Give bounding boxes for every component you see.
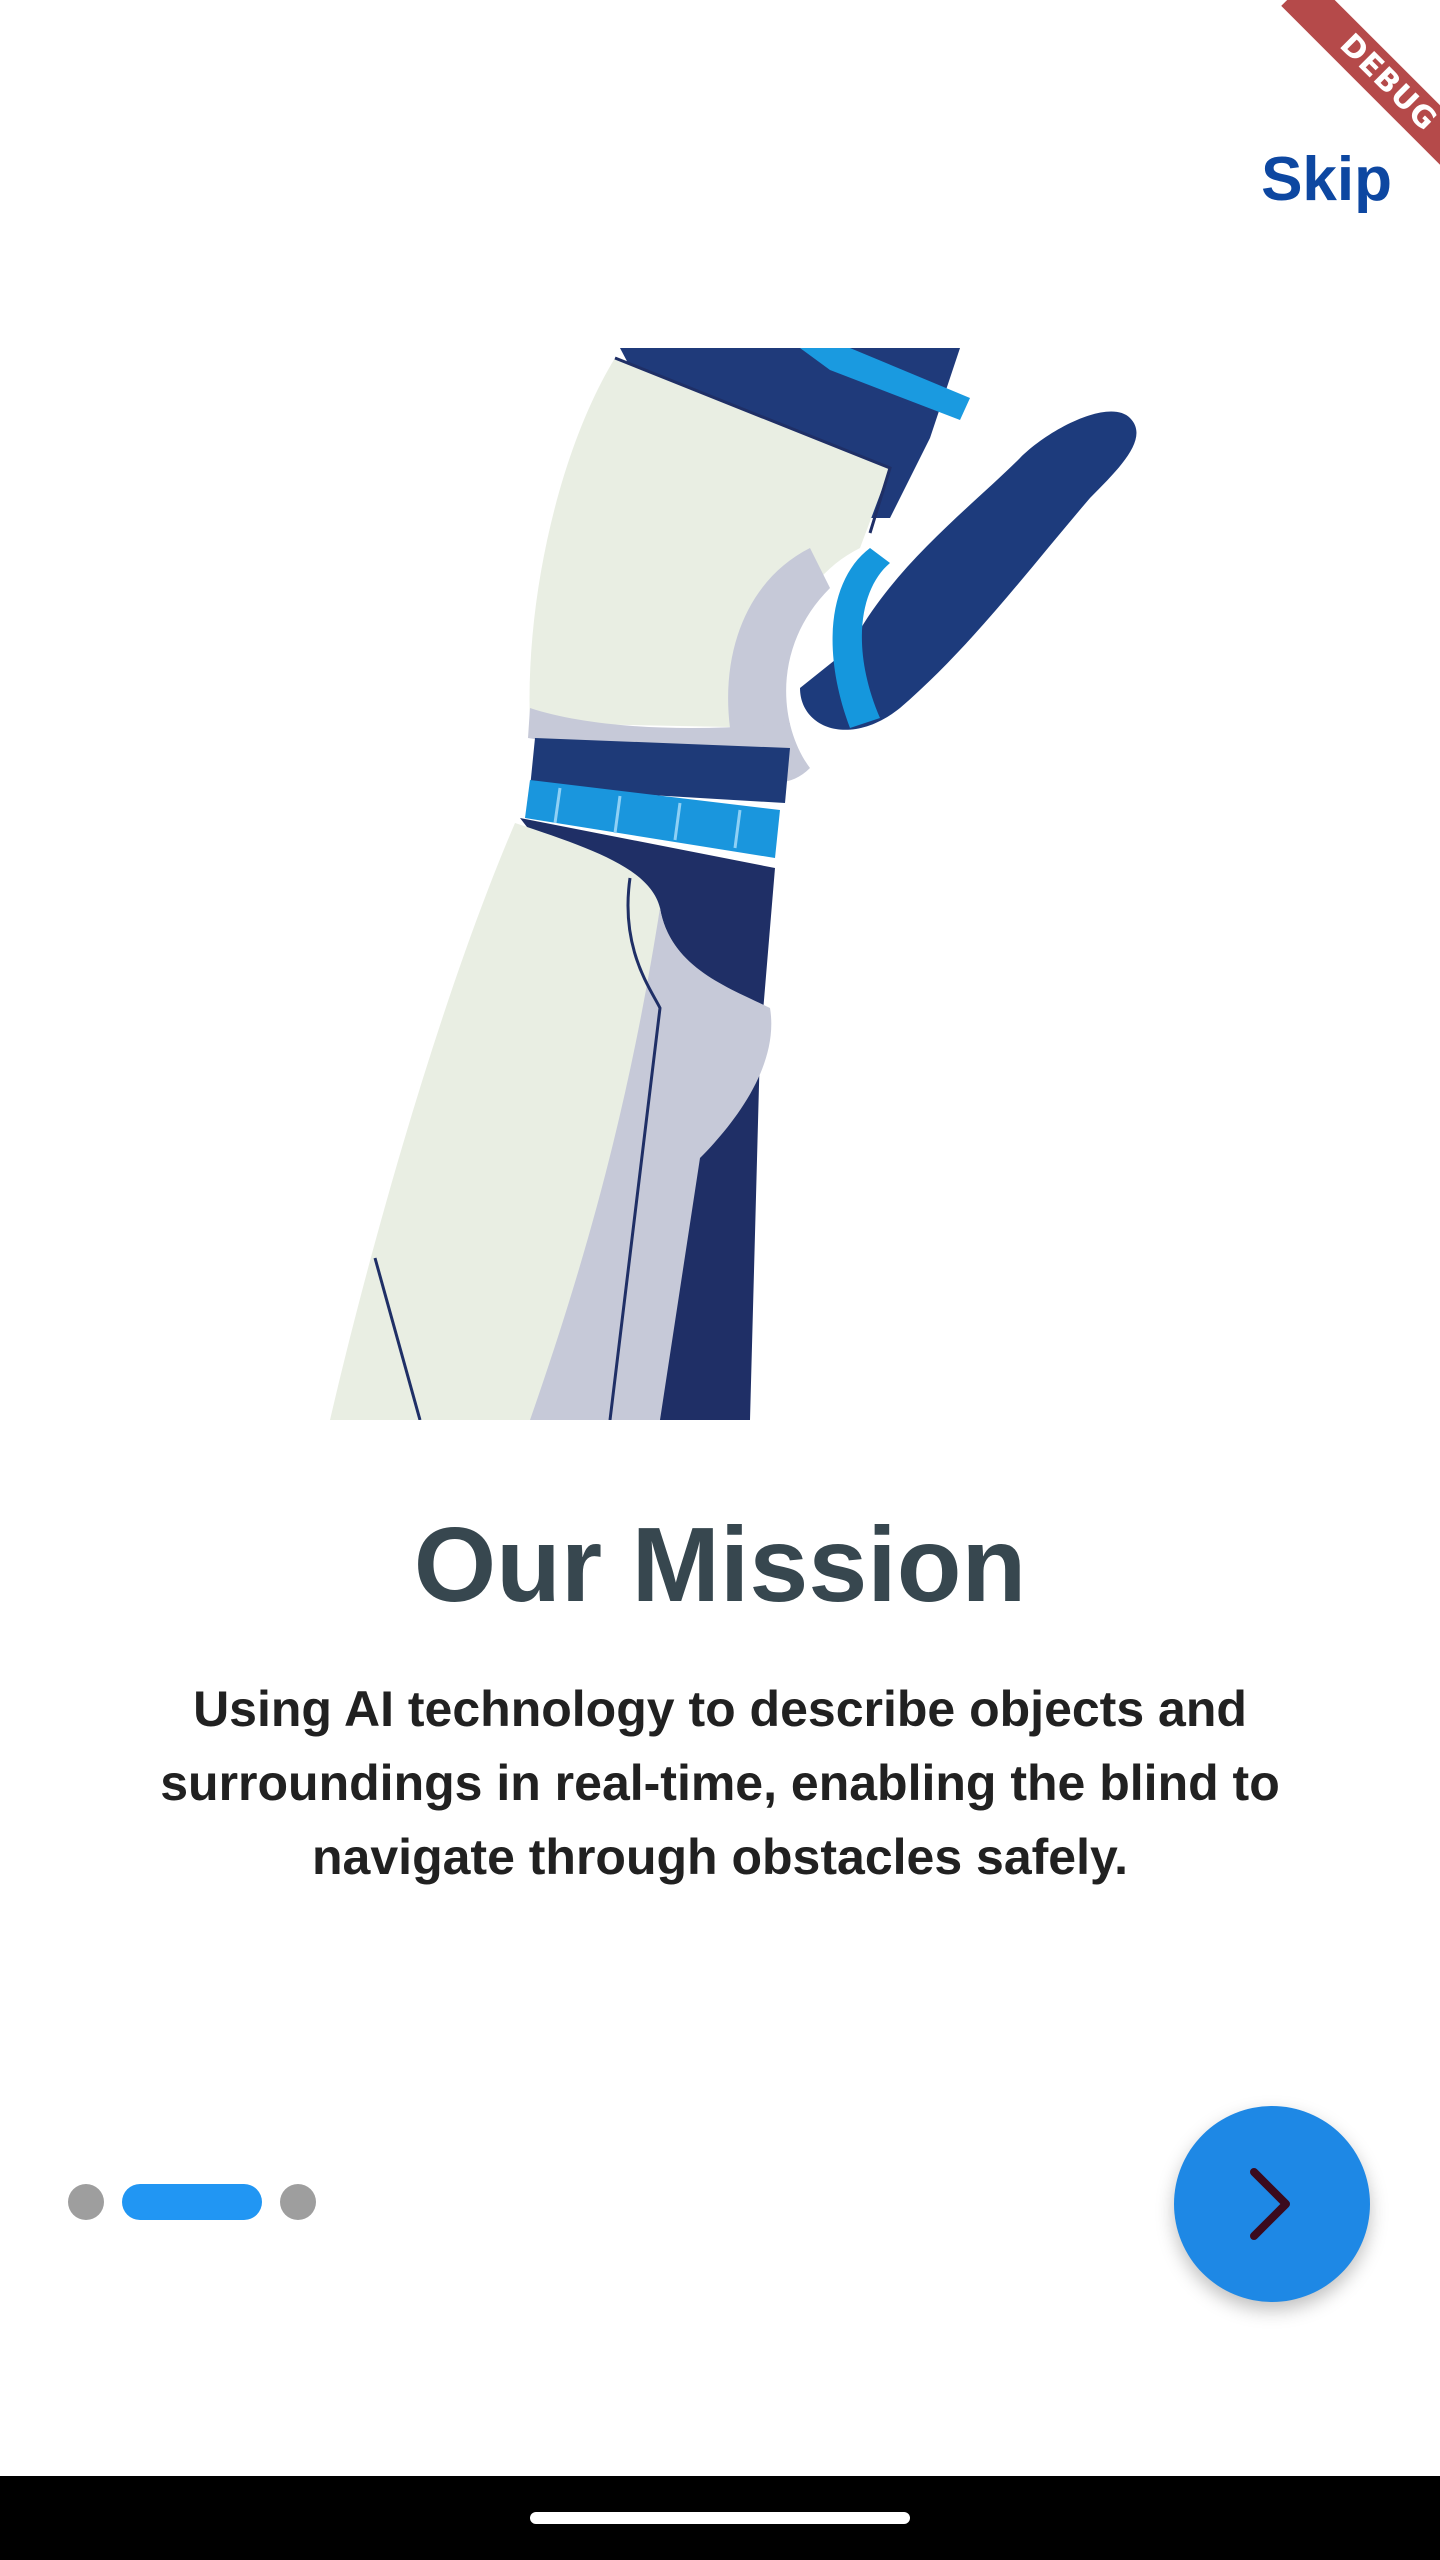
page-indicator-active[interactable] [122, 2184, 262, 2220]
system-navigation-bar [0, 2476, 1440, 2560]
onboarding-title: Our Mission [413, 1506, 1027, 1624]
onboarding-screen: DEBUG Skip Our Mission Using AI technolo… [0, 0, 1440, 2560]
robot-arm-image [330, 348, 1137, 1421]
skip-button[interactable]: Skip [1261, 140, 1392, 220]
onboarding-description: Using AI technology to describe objects … [160, 1681, 1280, 1885]
home-indicator[interactable] [530, 2512, 910, 2524]
robot-arm-illustration [330, 348, 1150, 1421]
page-indicator-dot[interactable] [68, 2184, 104, 2220]
page-indicators [68, 2184, 334, 2220]
chevron-right-icon [1250, 2168, 1290, 2240]
page-indicator-dot[interactable] [280, 2184, 316, 2220]
next-button[interactable] [1174, 2106, 1370, 2302]
